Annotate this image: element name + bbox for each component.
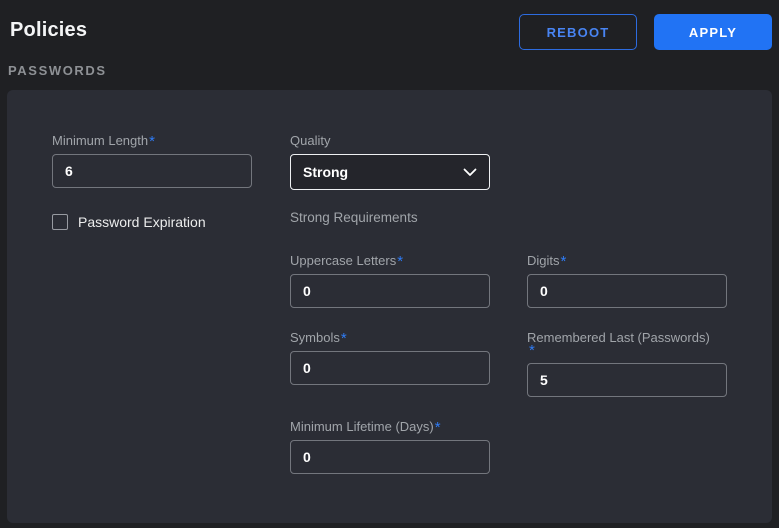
digits-label: Digits* <box>527 253 727 268</box>
page-title: Policies <box>10 19 87 42</box>
minimum-length-label: Minimum Length* <box>52 133 252 148</box>
minimum-lifetime-field: Minimum Lifetime (Days)* <box>290 419 490 474</box>
symbols-field: Symbols* <box>290 330 490 385</box>
reboot-button[interactable]: REBOOT <box>519 14 637 50</box>
minimum-lifetime-label: Minimum Lifetime (Days)* <box>290 419 490 434</box>
policies-page: Policies REBOOT APPLY PASSWORDS Minimum … <box>0 0 779 528</box>
uppercase-letters-label: Uppercase Letters* <box>290 253 490 268</box>
digits-field: Digits* <box>527 253 727 308</box>
quality-select-value: Strong <box>303 164 348 180</box>
required-asterisk: * <box>341 330 347 347</box>
remembered-last-label: Remembered Last (Passwords)* <box>527 330 727 357</box>
required-asterisk: * <box>561 253 567 270</box>
apply-button[interactable]: APPLY <box>654 14 772 50</box>
uppercase-letters-input[interactable] <box>290 274 490 308</box>
remembered-last-field: Remembered Last (Passwords)* <box>527 330 727 397</box>
required-asterisk: * <box>397 253 403 270</box>
apply-button-label: APPLY <box>689 25 737 40</box>
password-expiration-label: Password Expiration <box>78 214 206 230</box>
minimum-lifetime-input[interactable] <box>290 440 490 474</box>
page-header: Policies REBOOT APPLY PASSWORDS <box>0 0 779 90</box>
strong-requirements-label: Strong Requirements <box>290 210 727 225</box>
quality-select[interactable]: Strong <box>290 154 490 190</box>
passwords-section-label: PASSWORDS <box>8 63 107 78</box>
required-asterisk: * <box>529 345 727 357</box>
reboot-button-label: REBOOT <box>547 25 610 40</box>
chevron-down-icon <box>463 168 477 177</box>
symbols-input[interactable] <box>290 351 490 385</box>
remembered-last-input[interactable] <box>527 363 727 397</box>
required-asterisk: * <box>149 133 155 150</box>
uppercase-letters-field: Uppercase Letters* <box>290 253 490 308</box>
passwords-card: Minimum Length* Password Expiration Qual… <box>7 90 772 523</box>
quality-field: Quality Strong <box>290 133 490 190</box>
symbols-label: Symbols* <box>290 330 490 345</box>
minimum-length-input[interactable] <box>52 154 252 188</box>
password-expiration-row[interactable]: Password Expiration <box>52 214 252 230</box>
password-expiration-checkbox[interactable] <box>52 214 68 230</box>
required-asterisk: * <box>435 419 441 436</box>
minimum-length-field: Minimum Length* <box>52 133 252 188</box>
digits-input[interactable] <box>527 274 727 308</box>
header-buttons: REBOOT APPLY <box>519 14 772 50</box>
left-column: Minimum Length* Password Expiration <box>52 133 252 474</box>
quality-label: Quality <box>290 133 490 148</box>
right-column: Quality Strong Strong Requirements Upper… <box>290 133 727 474</box>
strong-requirements-grid: Uppercase Letters* Digits* Symbols* Reme… <box>290 253 727 474</box>
